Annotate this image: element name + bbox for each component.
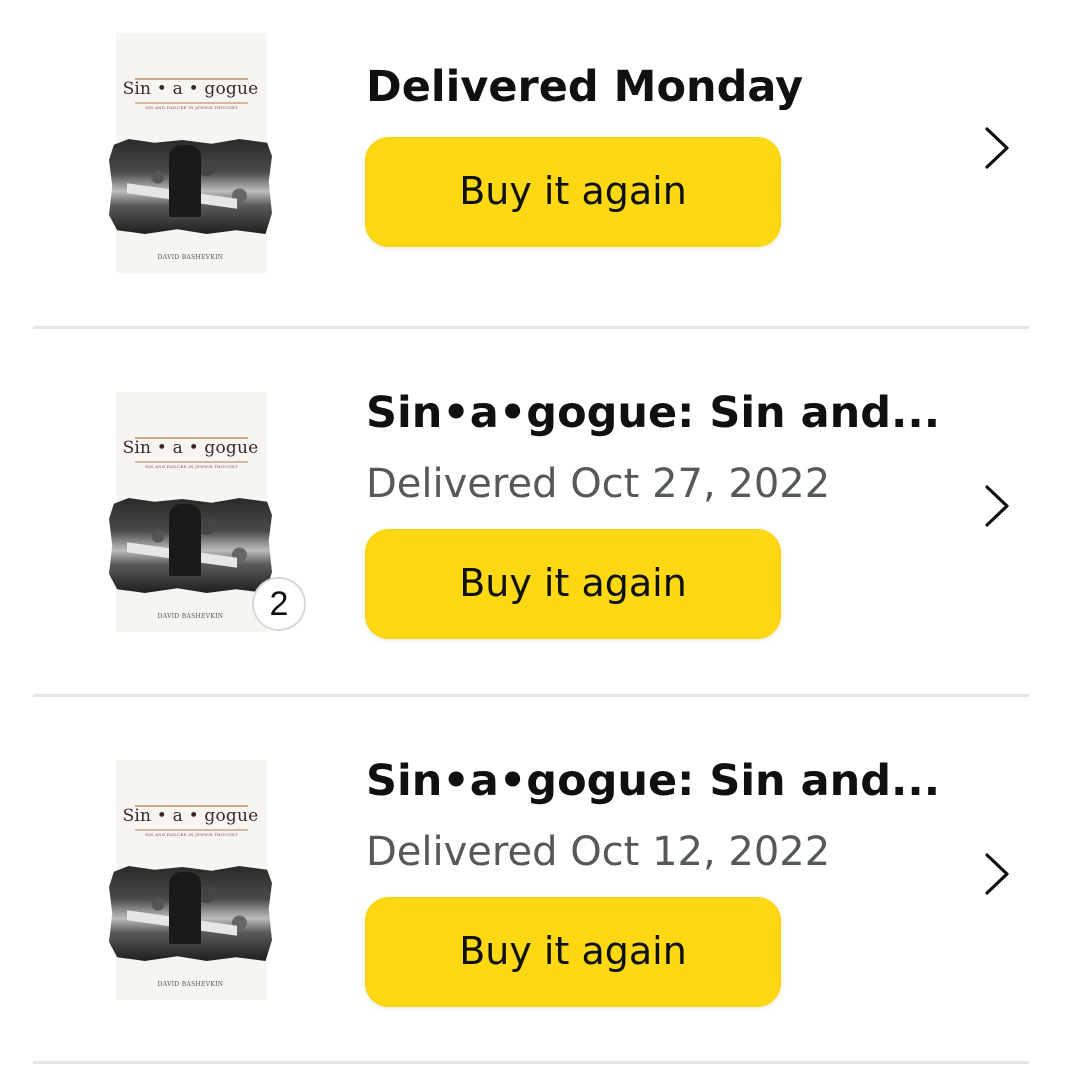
cover-author: DAVID BASHEVKIN <box>157 254 224 261</box>
buy-it-again-button[interactable]: Buy it again <box>365 529 781 639</box>
book-cover-image: Sin • a • gogue SIN AND FAILURE IN JEWIS… <box>109 760 272 1000</box>
order-row[interactable]: Sin • a • gogue SIN AND FAILURE IN JEWIS… <box>0 698 1071 1062</box>
divider <box>33 694 1029 697</box>
delivery-status: Delivered Oct 12, 2022 <box>366 829 831 875</box>
quantity-badge: 2 <box>252 577 306 631</box>
order-row[interactable]: Sin • a • gogue SIN AND FAILURE IN JEWIS… <box>0 330 1071 696</box>
product-title: Sin•a•gogue: Sin and... <box>366 388 941 438</box>
order-row[interactable]: Sin • a • gogue SIN AND FAILURE IN JEWIS… <box>0 0 1071 328</box>
delivery-status: Delivered Oct 27, 2022 <box>366 461 831 507</box>
cover-author: DAVID BASHEVKIN <box>157 981 224 988</box>
divider <box>33 1061 1029 1064</box>
cover-subtitle: SIN AND FAILURE IN JEWISH THOUGHT <box>145 464 238 469</box>
cover-title: Sin • a • gogue <box>122 438 259 458</box>
book-cover-image: Sin • a • gogue SIN AND FAILURE IN JEWIS… <box>109 33 272 273</box>
chevron-right-icon[interactable] <box>978 484 1012 528</box>
cover-title: Sin • a • gogue <box>122 806 259 826</box>
cover-author: DAVID BASHEVKIN <box>157 613 224 620</box>
buy-it-again-button[interactable]: Buy it again <box>365 137 781 247</box>
chevron-right-icon[interactable] <box>978 852 1012 896</box>
cover-subtitle: SIN AND FAILURE IN JEWISH THOUGHT <box>145 105 238 110</box>
order-title: Delivered Monday <box>366 62 804 112</box>
divider <box>33 326 1029 329</box>
cover-subtitle: SIN AND FAILURE IN JEWISH THOUGHT <box>145 832 238 837</box>
product-title: Sin•a•gogue: Sin and... <box>366 756 941 806</box>
cover-title: Sin • a • gogue <box>122 79 259 99</box>
buy-it-again-button[interactable]: Buy it again <box>365 897 781 1007</box>
chevron-right-icon[interactable] <box>978 126 1012 170</box>
book-cover-image: Sin • a • gogue SIN AND FAILURE IN JEWIS… <box>109 392 272 632</box>
